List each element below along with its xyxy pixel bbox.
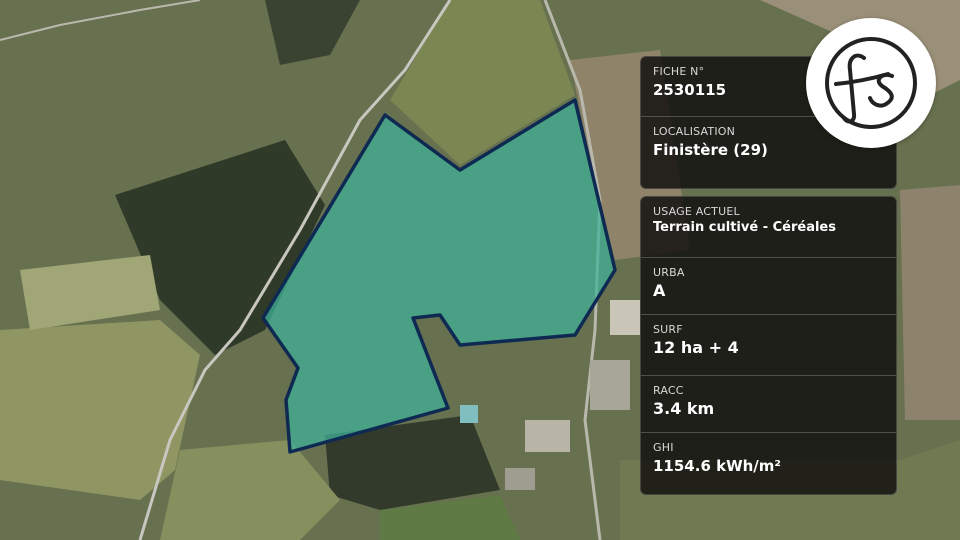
usage-label: USAGE ACTUEL xyxy=(653,205,740,218)
surf-label: SURF xyxy=(653,323,683,336)
urba-row: URBA A xyxy=(641,258,896,315)
farm-building xyxy=(610,300,640,335)
surf-row: SURF 12 ha + 4 xyxy=(641,315,896,376)
usage-value: Terrain cultivé - Céréales xyxy=(653,220,836,235)
urba-label: URBA xyxy=(653,266,685,279)
farm-building xyxy=(505,468,535,490)
urba-value: A xyxy=(653,281,666,300)
ghi-value: 1154.6 kWh/m² xyxy=(653,457,781,475)
fs-monogram-logo xyxy=(806,18,936,148)
racc-row: RACC 3.4 km xyxy=(641,376,896,433)
farm-building xyxy=(525,420,570,452)
field-east-2 xyxy=(900,185,960,420)
farm-building xyxy=(460,405,478,423)
field-light-west xyxy=(0,320,200,500)
info-panel-bottom: USAGE ACTUEL Terrain cultivé - Céréales … xyxy=(640,196,897,495)
surf-value: 12 ha + 4 xyxy=(653,338,739,357)
racc-label: RACC xyxy=(653,384,684,397)
racc-value: 3.4 km xyxy=(653,399,715,418)
ghi-label: GHI xyxy=(653,441,674,454)
usage-row: USAGE ACTUEL Terrain cultivé - Céréales xyxy=(641,197,896,258)
farm-building xyxy=(590,360,630,410)
ghi-row: GHI 1154.6 kWh/m² xyxy=(641,433,896,494)
